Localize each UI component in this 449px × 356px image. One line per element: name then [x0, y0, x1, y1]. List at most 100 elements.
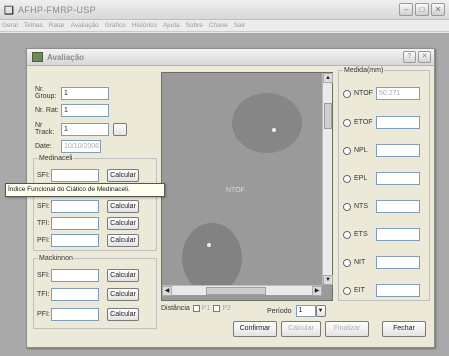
npl-label: NPL	[354, 147, 368, 154]
menu-item-ajuda[interactable]: Ajuda	[163, 20, 180, 31]
ets-radio[interactable]	[343, 230, 351, 239]
periodo-row: Período 1 ▼	[267, 305, 326, 317]
distancia-row: Distância P1 P2	[161, 305, 231, 312]
medinaceli-sfi-calcular-button[interactable]: Calcular	[107, 169, 139, 182]
mackinnon-row-tfi: TFI: Calcular	[37, 288, 139, 301]
mackinnon-sfi-calcular-button[interactable]: Calcular	[107, 269, 139, 282]
menu-item-geral[interactable]: Geral	[2, 20, 18, 31]
calcular-button[interactable]: Calcular	[281, 321, 321, 337]
medinaceli-pfi-input[interactable]	[51, 234, 99, 247]
menu-item-historico[interactable]: Histórico	[132, 20, 157, 31]
medinaceli-tfi-input[interactable]	[51, 217, 99, 230]
rat-input[interactable]: 1	[61, 104, 109, 117]
image-vertical-scrollbar[interactable]: ▲ ▼	[322, 73, 333, 285]
ets-value[interactable]	[376, 228, 420, 241]
eit-value[interactable]	[376, 284, 420, 297]
mackinnon-pfi-calcular-button[interactable]: Calcular	[107, 308, 139, 321]
npl-radio[interactable]	[343, 146, 351, 155]
p1-checkbox[interactable]	[192, 305, 200, 312]
medinaceli-sfi2-input[interactable]	[51, 200, 99, 213]
help-icon[interactable]: ?	[403, 51, 416, 63]
scroll-right-icon[interactable]: ▶	[312, 286, 322, 296]
periodo-label: Período	[267, 307, 292, 315]
epl-radio[interactable]	[343, 174, 351, 183]
medinaceli-sfi2-calcular-button[interactable]: Calcular	[107, 200, 139, 213]
nit-label: NIT	[354, 259, 366, 266]
rat-icon	[32, 52, 43, 62]
medida-npl-row: NPL	[343, 144, 420, 157]
nit-value[interactable]	[376, 256, 420, 269]
print-blob	[182, 223, 242, 293]
eit-radio[interactable]	[343, 286, 351, 295]
date-input[interactable]: 10/10/2006	[61, 140, 101, 153]
track-label: Nr Track:	[35, 122, 55, 136]
etof-value[interactable]	[376, 116, 420, 129]
mackinnon-sfi-label: SFI:	[37, 272, 50, 279]
periodo-select[interactable]: 1	[295, 305, 316, 317]
scroll-up-icon[interactable]: ▲	[323, 73, 333, 83]
group-label: Nr. Group:	[35, 86, 57, 100]
medinaceli-tfi-calcular-button[interactable]: Calcular	[107, 217, 139, 230]
epl-value[interactable]	[376, 172, 420, 185]
scroll-left-icon[interactable]: ◀	[162, 286, 172, 296]
medida-eit-row: EIT	[343, 284, 420, 297]
scroll-thumb[interactable]	[324, 103, 332, 129]
epl-label: EPL	[354, 175, 368, 182]
pawprint-image[interactable]: NTOF	[161, 72, 333, 301]
chevron-down-icon[interactable]: ▼	[315, 305, 326, 317]
menu-item-avaliacao[interactable]: Avaliação	[71, 20, 99, 31]
nts-label: NTS	[354, 203, 368, 210]
dialog-close-icon[interactable]: ✕	[418, 51, 431, 63]
scroll-thumb[interactable]	[206, 287, 266, 295]
image-horizontal-scrollbar[interactable]: ◀ ▶	[162, 285, 322, 296]
date-label: Date:	[35, 143, 52, 150]
track-input[interactable]: 1	[61, 122, 109, 136]
ntof-radio[interactable]	[343, 89, 351, 98]
npl-value[interactable]	[376, 144, 420, 157]
p2-checkbox[interactable]	[213, 305, 221, 312]
nts-value[interactable]	[376, 200, 420, 213]
medinaceli-legend: Medinaceli	[39, 155, 73, 162]
marker-point	[207, 243, 211, 247]
mackinnon-tfi-calcular-button[interactable]: Calcular	[107, 288, 139, 301]
menu-item-chave[interactable]: Chave	[209, 20, 228, 31]
mackinnon-tfi-label: TFI:	[37, 291, 50, 298]
app-title: AFHP-FMRP-USP	[18, 5, 96, 15]
medinaceli-sfi-label: SFI:	[37, 172, 50, 179]
menu-item-grafico[interactable]: Gráfico	[105, 20, 126, 31]
etof-radio[interactable]	[343, 118, 351, 127]
fechar-button[interactable]: Fechar	[382, 321, 426, 337]
group-row: Nr. Group: 1	[35, 86, 109, 100]
close-icon[interactable]: ✕	[431, 3, 445, 16]
mackinnon-sfi-input[interactable]	[51, 269, 99, 282]
minimize-icon[interactable]: –	[399, 3, 413, 16]
app-titlebar: ❏ AFHP-FMRP-USP – □ ✕	[0, 0, 449, 20]
scroll-down-icon[interactable]: ▼	[323, 275, 333, 285]
mackinnon-legend: Mackinnon	[39, 255, 73, 262]
distancia-label: Distância	[161, 305, 190, 312]
medida-etof-row: ETOF	[343, 116, 420, 129]
nts-radio[interactable]	[343, 202, 351, 211]
medinaceli-sfi-input[interactable]	[51, 169, 99, 182]
rat-label: Nr. Rat:	[35, 107, 59, 114]
date-row: Date: 10/10/2006	[35, 140, 101, 153]
dialog-titlebar[interactable]: Avaliação ? ✕	[27, 49, 434, 66]
app-logo-icon: ❏	[4, 5, 14, 17]
group-input[interactable]: 1	[61, 86, 109, 100]
menu-item-sobre[interactable]: Sobre	[186, 20, 203, 31]
track-browse-button[interactable]	[113, 122, 127, 136]
eit-label: EIT	[354, 287, 365, 294]
mackinnon-pfi-label: PFI:	[37, 311, 50, 318]
menu-item-sair[interactable]: Sair	[234, 20, 246, 31]
medinaceli-row-sfi: SFI: Calcular	[37, 169, 139, 182]
confirmar-button[interactable]: Confirmar	[233, 321, 277, 337]
maximize-icon[interactable]: □	[415, 3, 429, 16]
nit-radio[interactable]	[343, 258, 351, 267]
mackinnon-tfi-input[interactable]	[51, 288, 99, 301]
finalizar-button[interactable]: Finalizar	[325, 321, 369, 337]
mackinnon-pfi-input[interactable]	[51, 308, 99, 321]
ntof-value[interactable]: 50.271	[376, 87, 420, 100]
menu-item-telhas[interactable]: Telhas	[24, 20, 43, 31]
menu-item-ratar[interactable]: Ratar	[49, 20, 65, 31]
medinaceli-pfi-calcular-button[interactable]: Calcular	[107, 234, 139, 247]
